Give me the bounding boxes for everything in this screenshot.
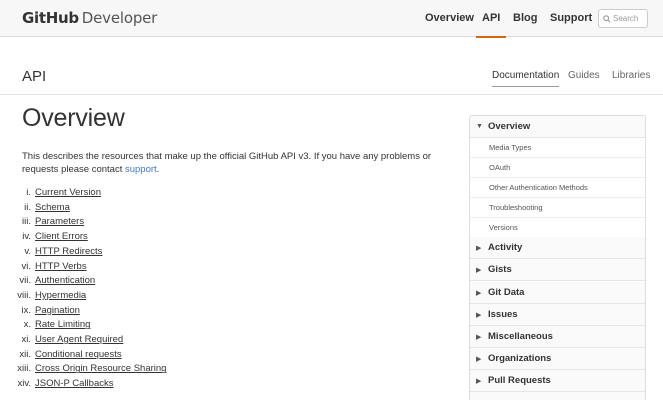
nav-overview[interactable]: Overview <box>425 12 474 24</box>
intro-paragraph: This describes the resources that make u… <box>22 150 442 176</box>
search-input[interactable] <box>613 14 649 23</box>
section-title: API <box>22 68 47 85</box>
sidebar-section-label: Issues <box>488 309 518 320</box>
sidebar-section-git-data[interactable]: ▶ Git Data <box>470 282 645 304</box>
sidebar-section-activity[interactable]: ▶ Activity <box>470 237 645 259</box>
nav-api[interactable]: API <box>475 12 507 38</box>
toc-link-current-version[interactable]: Current Version <box>35 186 101 200</box>
search-icon <box>603 14 611 23</box>
toc-link-parameters[interactable]: Parameters <box>35 215 84 229</box>
sidebar-item-versions[interactable]: Versions <box>470 218 645 238</box>
tab-libraries[interactable]: Libraries <box>612 70 650 81</box>
tab-documentation[interactable]: Documentation <box>492 70 560 87</box>
sub-header: API Documentation Guides Libraries <box>0 38 663 95</box>
logo-github-text: GitHub <box>22 9 79 27</box>
sidebar-item-label: Troubleshooting <box>489 203 543 212</box>
sidebar-item-troubleshooting[interactable]: Troubleshooting <box>470 198 645 218</box>
intro-text: This describes the resources that make u… <box>22 151 432 175</box>
sidebar-nav: ▼ Overview Media Types OAuth Other Authe… <box>469 115 646 400</box>
toc-number: ii. <box>24 201 31 213</box>
nav-blog[interactable]: Blog <box>513 12 537 24</box>
page-title: Overview <box>22 104 125 132</box>
triangle-down-icon: ▼ <box>476 123 483 130</box>
search-box[interactable] <box>598 9 649 28</box>
support-link[interactable]: support <box>125 164 157 175</box>
triangle-right-icon: ▶ <box>476 290 482 297</box>
toc-link-cross-origin-resource-sharing[interactable]: Cross Origin Resource Sharing <box>35 362 166 376</box>
sidebar-item-label: OAuth <box>489 163 511 172</box>
sidebar-item-label: Media Types <box>489 143 532 152</box>
toc-number: i. <box>26 187 31 198</box>
toc-link-jsonp-callbacks[interactable]: JSON-P Callbacks <box>35 377 114 391</box>
triangle-right-icon: ▶ <box>476 312 482 319</box>
top-header: GitHub Developer Overview API Blog Suppo… <box>0 0 663 38</box>
sidebar-item-media-types[interactable]: Media Types <box>470 138 645 158</box>
triangle-right-icon: ▶ <box>476 378 482 385</box>
sidebar-section-label: Miscellaneous <box>488 331 553 342</box>
sidebar-item-oauth[interactable]: OAuth <box>470 158 645 178</box>
logo-developer-text: Developer <box>81 9 158 27</box>
sidebar-section-pull-requests[interactable]: ▶ Pull Requests <box>470 370 645 392</box>
sidebar-item-label: Versions <box>489 223 518 232</box>
sidebar-section-miscellaneous[interactable]: ▶ Miscellaneous <box>470 326 645 348</box>
toc-link-hypermedia[interactable]: Hypermedia <box>35 289 86 303</box>
tab-guides[interactable]: Guides <box>568 70 600 81</box>
toc-number: iii. <box>22 216 31 228</box>
toc-link-client-errors[interactable]: Client Errors <box>35 230 88 244</box>
toc-link-authentication[interactable]: Authentication <box>35 274 95 288</box>
sidebar-item-label: Other Authentication Methods <box>489 183 588 192</box>
toc-link-http-verbs[interactable]: HTTP Verbs <box>35 260 87 274</box>
intro-end: . <box>156 164 160 175</box>
toc-number: xii. <box>19 348 31 360</box>
sidebar-section-overview[interactable]: ▼ Overview <box>470 116 645 138</box>
toc-number: xiv. <box>17 378 31 390</box>
toc-link-schema[interactable]: Schema <box>35 201 70 215</box>
sidebar-section-label: Activity <box>488 242 523 253</box>
sidebar-section-label: Overview <box>488 121 531 132</box>
github-developer-logo[interactable]: GitHub Developer <box>22 9 157 29</box>
triangle-right-icon: ▶ <box>476 245 482 252</box>
toc-number: x. <box>23 319 31 331</box>
toc-number: xiii. <box>17 363 31 375</box>
triangle-right-icon: ▶ <box>476 356 482 363</box>
toc-link-rate-limiting[interactable]: Rate Limiting <box>35 318 90 332</box>
toc-link-http-redirects[interactable]: HTTP Redirects <box>35 245 102 259</box>
sidebar-section-issues[interactable]: ▶ Issues <box>470 304 645 326</box>
toc-link-conditional-requests[interactable]: Conditional requests <box>35 348 122 362</box>
triangle-right-icon: ▶ <box>476 267 482 274</box>
sidebar-section-label: Pull Requests <box>488 375 551 386</box>
sidebar-section-label: Organizations <box>488 353 552 364</box>
toc-number: xi. <box>21 334 32 345</box>
toc-number: ix. <box>21 304 32 316</box>
toc-number: v. <box>24 245 31 257</box>
toc-number: iv. <box>22 231 31 243</box>
sidebar-section-gists[interactable]: ▶ Gists <box>470 259 645 281</box>
sidebar-item-other-authentication-methods[interactable]: Other Authentication Methods <box>470 178 645 198</box>
triangle-right-icon: ▶ <box>476 334 482 341</box>
toc-number: vi. <box>21 260 32 272</box>
toc-number: viii. <box>17 289 31 301</box>
sidebar-section-organizations[interactable]: ▶ Organizations <box>470 348 645 370</box>
sidebar-section-label: Git Data <box>488 287 525 298</box>
toc-link-user-agent-required[interactable]: User Agent Required <box>35 333 123 347</box>
toc-link-pagination[interactable]: Pagination <box>35 304 80 318</box>
sidebar-section-next[interactable]: ▶ <box>470 392 645 400</box>
sidebar-section-label: Gists <box>488 264 512 275</box>
nav-support[interactable]: Support <box>550 12 592 24</box>
toc-number: vii. <box>19 275 31 287</box>
